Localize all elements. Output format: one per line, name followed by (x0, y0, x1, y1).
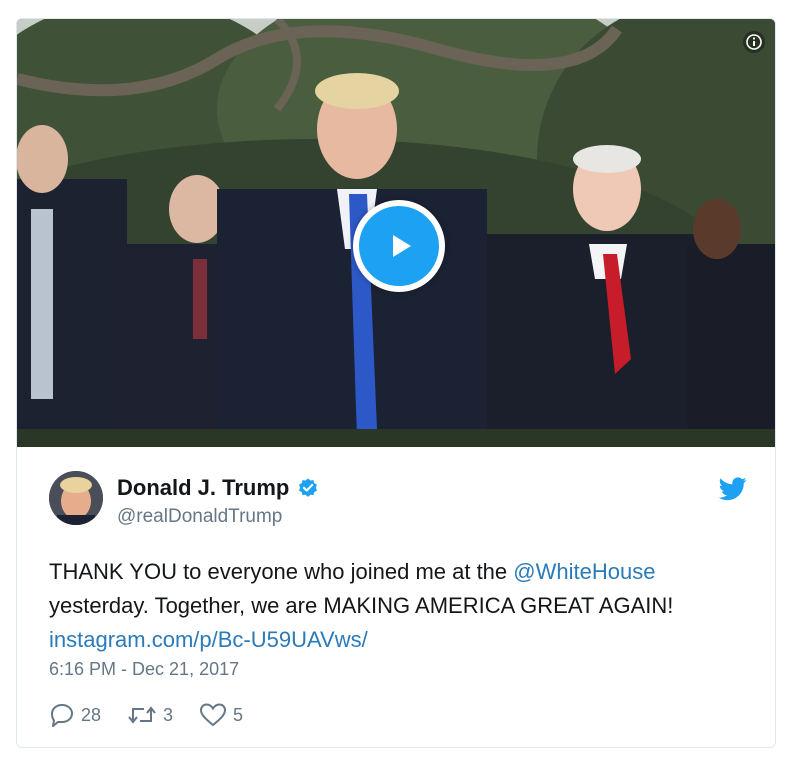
author-name-row[interactable]: Donald J. Trump (117, 475, 319, 501)
tweet-text-part2: yesterday. Together, we are MAKING AMERI… (49, 593, 674, 618)
reply-icon (50, 703, 74, 727)
like-count: 5 (233, 704, 244, 725)
tweet-body: Donald J. Trump @realDonaldTrump THANK Y… (17, 447, 775, 747)
author-handle[interactable]: @realDonaldTrump (117, 506, 282, 528)
play-button[interactable] (353, 200, 445, 292)
reply-button[interactable]: 28 (49, 703, 101, 727)
tweet-actions: 28 3 5 (49, 703, 269, 727)
avatar-image (49, 471, 103, 525)
heart-icon (200, 703, 227, 727)
video-thumbnail[interactable] (17, 19, 775, 447)
info-button[interactable] (743, 31, 765, 53)
tweet-text: THANK YOU to everyone who joined me at t… (49, 555, 749, 657)
instagram-link[interactable]: instagram.com/p/Bc-U59UAVws/ (49, 627, 368, 652)
embedded-tweet-card[interactable]: Donald J. Trump @realDonaldTrump THANK Y… (16, 18, 776, 748)
like-button[interactable]: 5 (199, 703, 243, 727)
reply-count: 28 (81, 704, 102, 725)
tweet-text-part1: THANK YOU to everyone who joined me at t… (49, 559, 514, 584)
retweet-icon (128, 706, 156, 724)
tweet-timestamp[interactable]: 6:16 PM - Dec 21, 2017 (49, 659, 239, 680)
author-name[interactable]: Donald J. Trump (117, 475, 289, 501)
play-icon (393, 235, 411, 257)
retweet-count: 3 (163, 704, 174, 725)
retweet-button[interactable]: 3 (127, 703, 173, 727)
mention-link[interactable]: @WhiteHouse (513, 559, 655, 584)
play-button-inner (359, 206, 439, 286)
avatar[interactable] (49, 471, 103, 525)
info-icon (746, 34, 762, 50)
verified-badge-icon (299, 478, 318, 497)
twitter-bird-icon[interactable] (719, 477, 747, 501)
